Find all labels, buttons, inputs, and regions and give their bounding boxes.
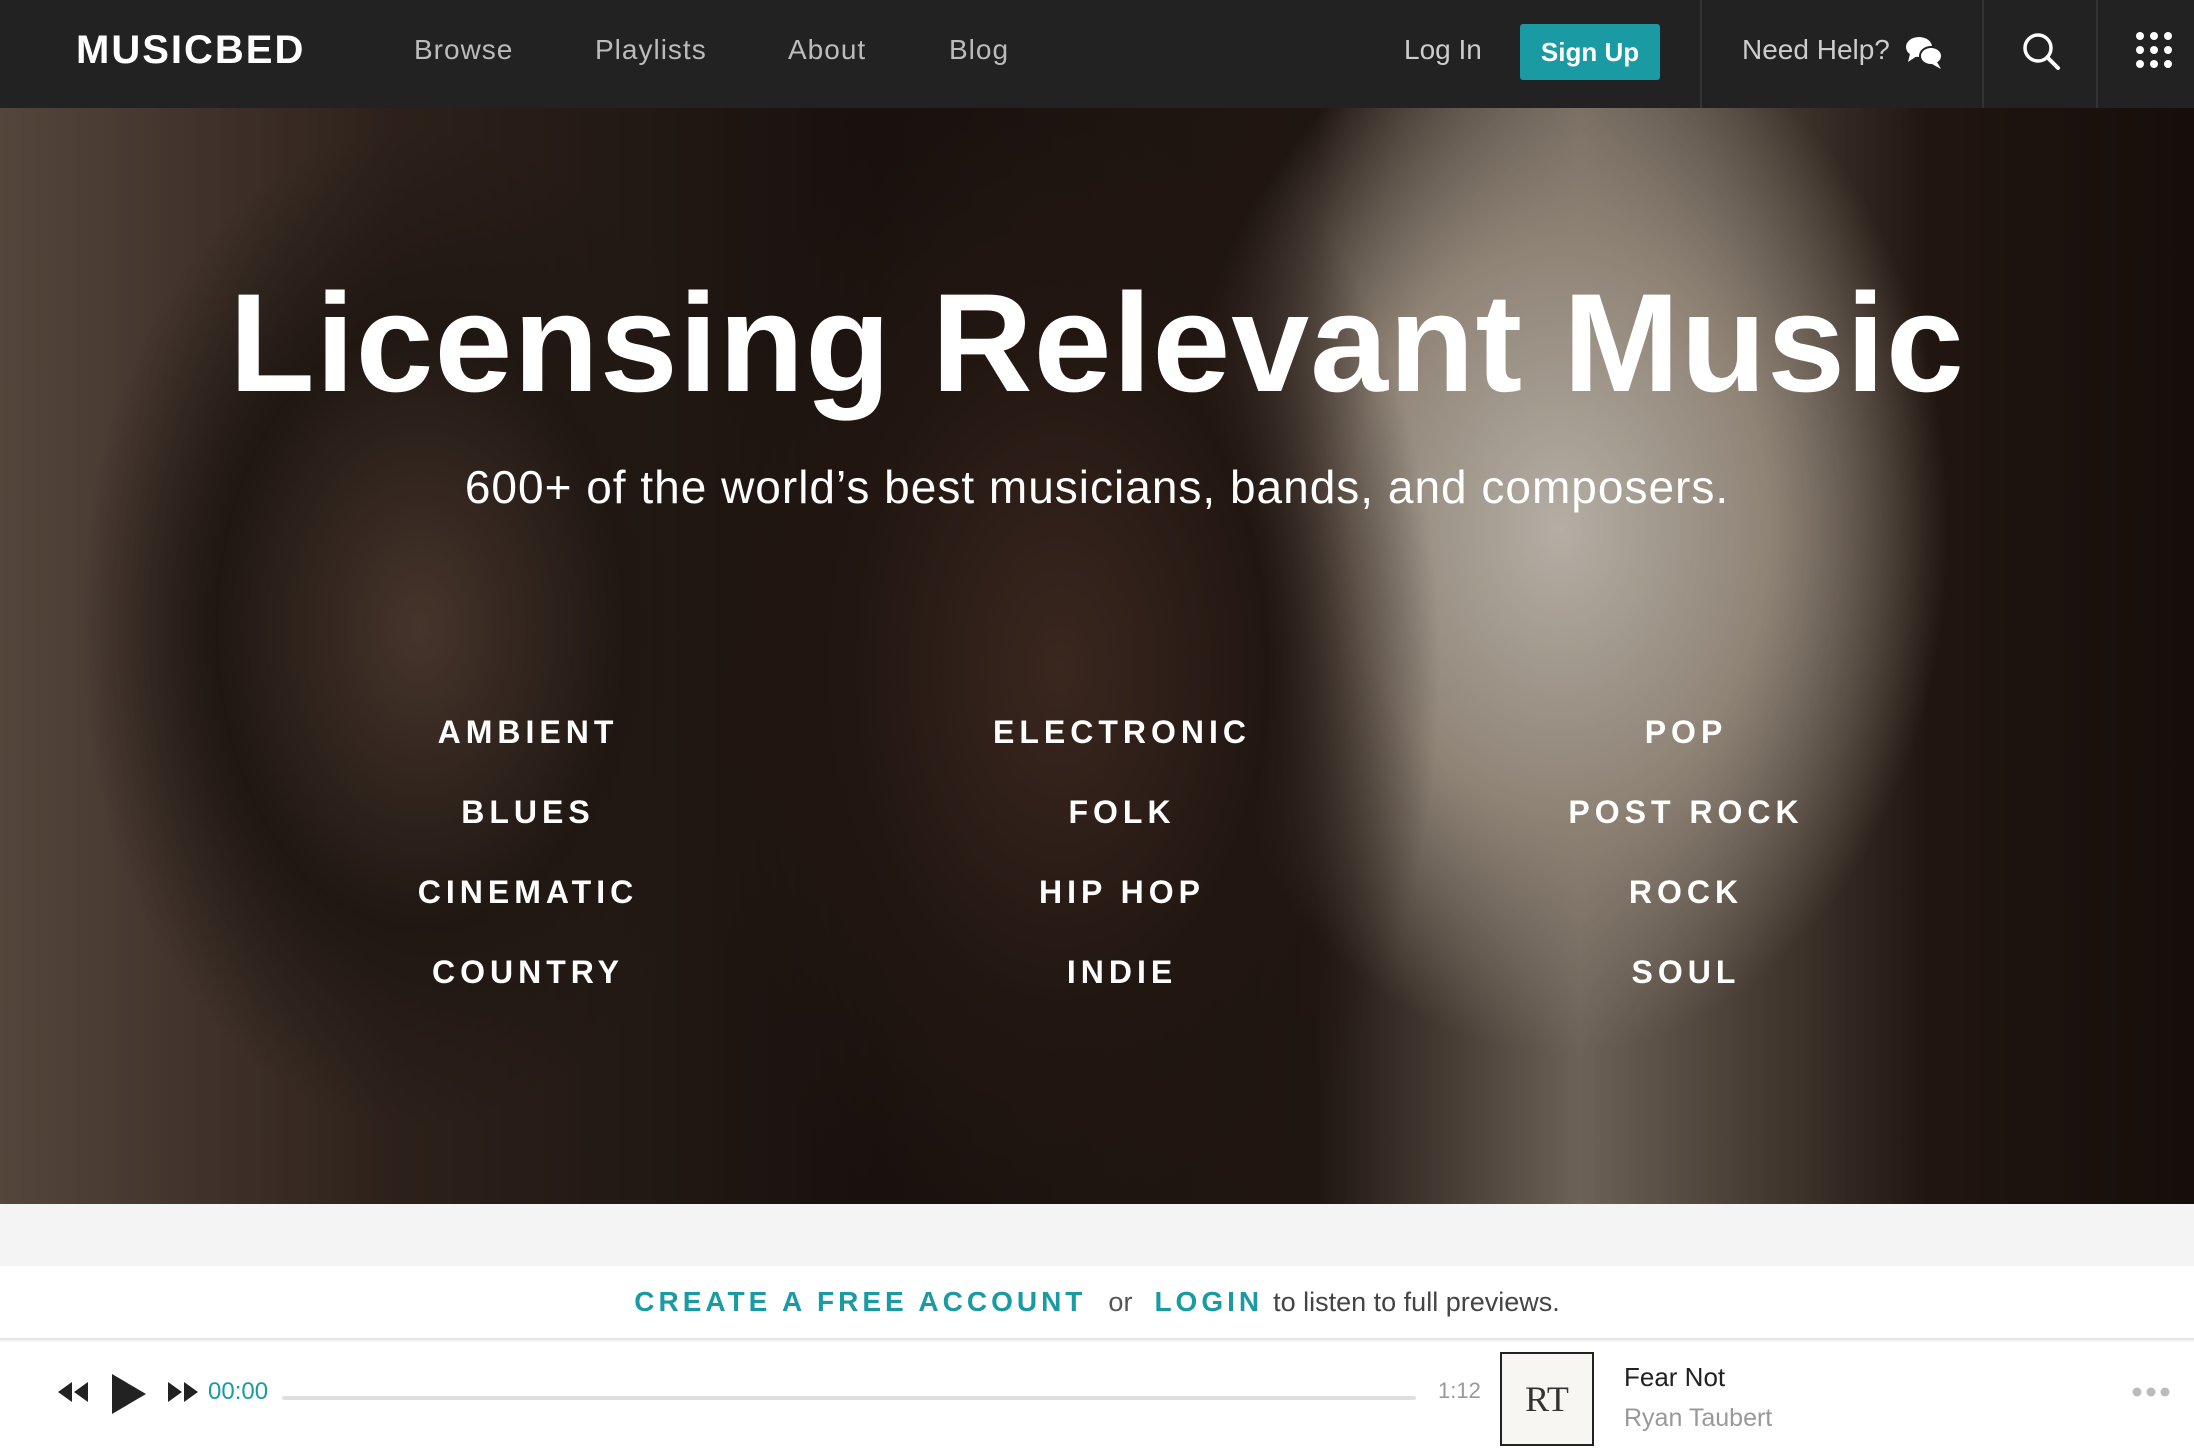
album-initials: RT <box>1525 1379 1569 1419</box>
create-account-link[interactable]: CREATE A FREE ACCOUNT <box>634 1286 1086 1318</box>
progress-bar[interactable] <box>282 1396 1416 1400</box>
cta-tail-text: to listen to full previews. <box>1273 1286 1560 1317</box>
nav-divider <box>1982 0 1984 108</box>
genre-folk[interactable]: FOLK <box>922 794 1322 831</box>
rewind-icon[interactable] <box>56 1380 90 1404</box>
signup-button[interactable]: Sign Up <box>1520 24 1660 80</box>
top-navbar: MUSICBED Browse Playlists About Blog Log… <box>0 0 2194 108</box>
nav-divider <box>1700 0 1702 108</box>
nav-playlists[interactable]: Playlists <box>595 34 707 66</box>
audio-player: 00:00 1:12 RT Fear Not Ryan Taubert <box>0 1342 2194 1448</box>
genre-pop[interactable]: POP <box>1486 714 1886 751</box>
play-icon[interactable] <box>108 1372 148 1416</box>
hero-title: Licensing Relevant Music <box>229 264 1965 421</box>
section-spacer <box>0 1204 2194 1266</box>
genre-rock[interactable]: ROCK <box>1486 874 1886 911</box>
genre-ambient[interactable]: AMBIENT <box>328 714 728 751</box>
nav-browse[interactable]: Browse <box>414 34 513 66</box>
genre-hip-hop[interactable]: HIP HOP <box>922 874 1322 911</box>
cta-or-text: or <box>1108 1286 1133 1317</box>
chat-bubbles-icon[interactable] <box>1904 32 1944 72</box>
track-artist[interactable]: Ryan Taubert <box>1624 1404 1772 1433</box>
genre-cinematic[interactable]: CINEMATIC <box>328 874 728 911</box>
genre-indie[interactable]: INDIE <box>922 954 1322 991</box>
genre-post-rock[interactable]: POST ROCK <box>1486 794 1886 831</box>
genre-soul[interactable]: SOUL <box>1486 954 1886 991</box>
nav-divider <box>2096 0 2098 108</box>
total-time: 1:12 <box>1438 1378 1481 1403</box>
genre-blues[interactable]: BLUES <box>328 794 728 831</box>
preview-cta-bar: CREATE A FREE ACCOUNT or LOGIN to listen… <box>0 1266 2194 1340</box>
nav-blog[interactable]: Blog <box>949 34 1009 66</box>
nav-about[interactable]: About <box>788 34 866 66</box>
fast-forward-icon[interactable] <box>166 1380 200 1404</box>
hero-subtitle: 600+ of the world’s best musicians, band… <box>464 461 1730 513</box>
login-link[interactable]: Log In <box>1404 34 1482 66</box>
need-help-link[interactable]: Need Help? <box>1742 34 1890 66</box>
track-title[interactable]: Fear Not <box>1624 1362 1725 1393</box>
current-time: 00:00 <box>208 1378 269 1405</box>
album-art[interactable]: RT <box>1500 1352 1594 1446</box>
genre-electronic[interactable]: ELECTRONIC <box>922 714 1322 751</box>
cta-login-link[interactable]: LOGIN <box>1154 1286 1263 1318</box>
search-icon[interactable] <box>2020 30 2062 72</box>
genre-country[interactable]: COUNTRY <box>328 954 728 991</box>
apps-grid-icon[interactable] <box>2134 30 2174 70</box>
more-icon[interactable] <box>2132 1386 2170 1398</box>
musicbed-logo[interactable]: MUSICBED <box>76 28 305 73</box>
hero-section: Licensing Relevant Music 600+ of the wor… <box>0 108 2194 1204</box>
